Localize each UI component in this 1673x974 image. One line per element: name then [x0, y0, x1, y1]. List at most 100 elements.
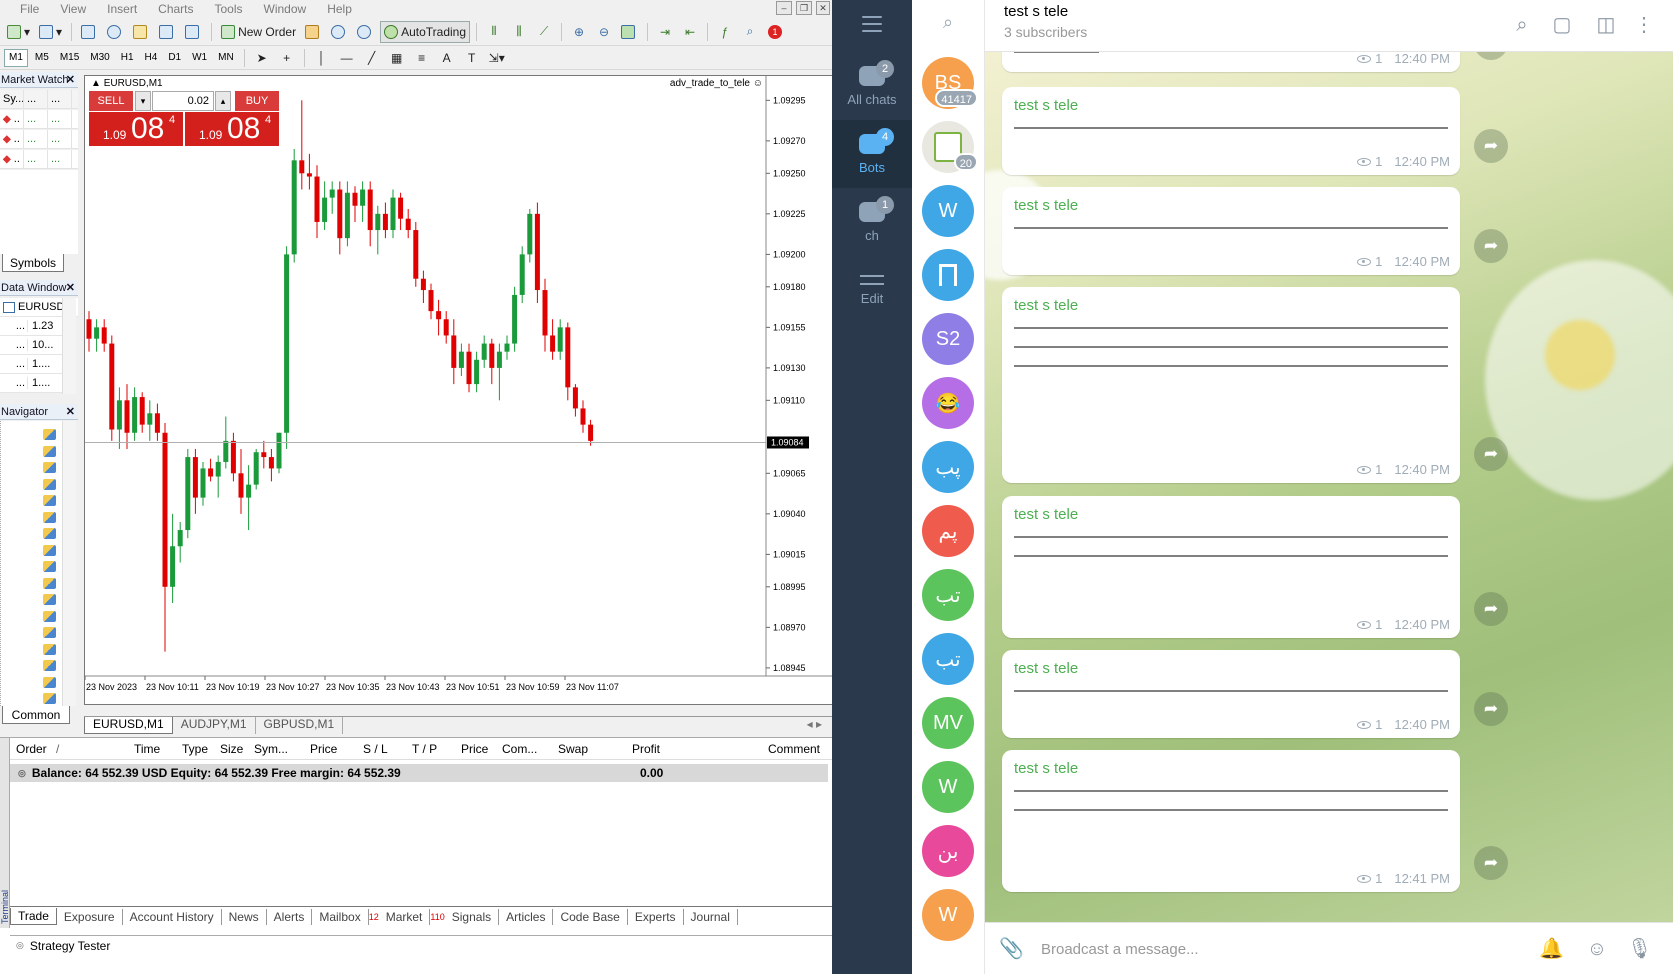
- channel-message[interactable]: test s tele —————————————————————————————…: [1002, 650, 1460, 738]
- lot-input[interactable]: [152, 91, 214, 111]
- sell-button[interactable]: SELL: [89, 91, 133, 111]
- mw-col-bid[interactable]: ...: [24, 89, 48, 109]
- forward-icon[interactable]: ➦: [1474, 437, 1508, 471]
- attach-icon[interactable]: 📎: [999, 937, 1024, 961]
- expert-advisor-icon[interactable]: [43, 610, 56, 622]
- minimize-icon[interactable]: –: [776, 1, 792, 15]
- folder-edit[interactable]: Edit: [832, 256, 912, 324]
- emoji-icon[interactable]: ☺: [1585, 937, 1609, 961]
- horizontal-line-icon[interactable]: —: [336, 47, 358, 69]
- expert-advisor-icon[interactable]: [43, 429, 56, 440]
- market-watch-row[interactable]: ◆ ........: [0, 109, 78, 129]
- signals-icon[interactable]: [328, 21, 351, 43]
- channel-message[interactable]: test s tele —————————————————————————————…: [1002, 496, 1460, 638]
- timeframe-m15[interactable]: M15: [56, 49, 83, 67]
- timeframe-w1[interactable]: W1: [188, 49, 211, 67]
- tab-common[interactable]: Common: [2, 706, 70, 724]
- chat-avatar[interactable]: W: [922, 761, 974, 813]
- chart-shift-icon[interactable]: ⇤: [679, 21, 701, 43]
- expert-advisor-icon[interactable]: [43, 445, 56, 457]
- chart-tabs-scroll-icon[interactable]: ◂ ▸: [807, 717, 822, 731]
- timeframe-m1[interactable]: M1: [4, 48, 28, 67]
- line-chart-icon[interactable]: ⟋: [533, 21, 555, 43]
- restore-icon[interactable]: ❐: [796, 1, 812, 15]
- expert-advisor-icon[interactable]: [43, 561, 56, 572]
- terminal-tab-trade[interactable]: Trade: [10, 908, 57, 925]
- market-watch-row[interactable]: ◆ ........: [0, 149, 78, 169]
- expert-advisor-icon[interactable]: [43, 643, 56, 655]
- sidebar-toggle-icon[interactable]: ◫: [1595, 14, 1617, 36]
- channel-message[interactable]: test s tele —————————————————————————————…: [1002, 187, 1460, 275]
- forward-icon[interactable]: ➦: [1474, 592, 1508, 626]
- sell-price-box[interactable]: 1.09 08 4: [89, 112, 183, 146]
- chart-tab-eurusd[interactable]: EURUSD,M1: [84, 717, 173, 734]
- terminal-tab-articles[interactable]: Articles: [499, 908, 554, 925]
- expert-advisor-icon[interactable]: [43, 511, 56, 523]
- tester-icon[interactable]: [182, 21, 205, 43]
- text-label-icon[interactable]: T: [461, 47, 483, 69]
- terminal-tab-experts[interactable]: Experts: [628, 908, 684, 925]
- forward-icon[interactable]: ➦: [1474, 129, 1508, 163]
- chat-avatar[interactable]: S2: [922, 313, 974, 365]
- bell-icon[interactable]: 🔔: [1539, 937, 1564, 961]
- forward-icon[interactable]: ➦: [1474, 229, 1508, 263]
- search-icon[interactable]: ⌕: [938, 12, 958, 32]
- expert-advisor-icon[interactable]: [43, 693, 56, 704]
- channel-message[interactable]: test s tele —————————————————————————————…: [1002, 87, 1460, 175]
- terminal-tab-exposure[interactable]: Exposure: [57, 908, 123, 925]
- meta-editor-icon[interactable]: [302, 21, 325, 43]
- chat-avatar[interactable]: W: [922, 889, 974, 941]
- arrows-icon[interactable]: ⇲▾: [486, 47, 508, 69]
- navigator-scrollbar[interactable]: [62, 421, 76, 706]
- timeframe-d1[interactable]: D1: [164, 49, 185, 67]
- expert-advisor-icon[interactable]: [43, 594, 56, 605]
- notifications-icon[interactable]: 1: [764, 21, 786, 43]
- crosshair-icon[interactable]: +: [276, 47, 298, 69]
- autotrading-button[interactable]: AutoTrading: [380, 20, 471, 43]
- col-swap[interactable]: Swap: [558, 742, 588, 756]
- zoom-out-icon[interactable]: ⊖: [593, 21, 615, 43]
- mw-col-symbol[interactable]: Sy...: [0, 89, 24, 109]
- text-icon[interactable]: A: [436, 47, 458, 69]
- col-symbol[interactable]: Sym...: [254, 742, 288, 756]
- message-author[interactable]: test s tele: [1014, 506, 1448, 523]
- menu-view[interactable]: View: [50, 2, 97, 16]
- new-chart-icon[interactable]: ▾: [4, 21, 33, 43]
- mw-col-ask[interactable]: ...: [48, 89, 72, 109]
- terminal-tab-account-history[interactable]: Account History: [123, 908, 222, 925]
- lot-up-icon[interactable]: ▴: [215, 91, 231, 111]
- col-tp[interactable]: T / P: [412, 742, 437, 756]
- expert-advisor-icon[interactable]: [43, 577, 56, 589]
- expert-advisor-icon[interactable]: [43, 495, 56, 506]
- hamburger-menu-icon[interactable]: [862, 16, 882, 37]
- candles-icon[interactable]: ⫼: [508, 21, 530, 43]
- chat-avatar[interactable]: [922, 249, 974, 301]
- market-watch-close-icon[interactable]: ✕: [66, 73, 75, 86]
- chat-avatar[interactable]: بن: [922, 825, 974, 877]
- folder-bots[interactable]: Bots 4: [832, 120, 912, 188]
- autoscroll-icon[interactable]: ⇥: [654, 21, 676, 43]
- message-author[interactable]: test s tele: [1014, 197, 1448, 214]
- buy-price-box[interactable]: 1.09 08 4: [185, 112, 279, 146]
- candlestick-chart[interactable]: 1.092951.092701.092501.092251.092001.091…: [85, 76, 832, 706]
- timeframe-h1[interactable]: H1: [117, 49, 138, 67]
- chat-avatar[interactable]: پب: [922, 441, 974, 493]
- microphone-icon[interactable]: 🎙: [1627, 937, 1652, 961]
- timeframe-h4[interactable]: H4: [141, 49, 162, 67]
- message-author[interactable]: test s tele: [1014, 297, 1448, 314]
- terminal-tab-market[interactable]: Market: [379, 908, 431, 925]
- channel-message[interactable]: test s tele —————————————————————————————…: [1002, 287, 1460, 483]
- crosshair-toolbar-icon[interactable]: [104, 21, 127, 43]
- channel-icon[interactable]: ▦: [386, 47, 408, 69]
- new-order-button[interactable]: New Order: [218, 21, 299, 43]
- menu-charts[interactable]: Charts: [148, 2, 204, 16]
- bar-chart-icon[interactable]: ⫴: [483, 21, 505, 43]
- col-time[interactable]: Time: [134, 742, 160, 756]
- chart-tab-audjpy[interactable]: AUDJPY,M1: [173, 717, 256, 734]
- terminal-tab-code-base[interactable]: Code Base: [553, 908, 628, 925]
- vertical-line-icon[interactable]: │: [311, 47, 333, 69]
- forward-icon[interactable]: ➦: [1474, 846, 1508, 880]
- col-type[interactable]: Type: [182, 742, 208, 756]
- chat-avatar[interactable]: تب: [922, 569, 974, 621]
- expert-advisor-icon[interactable]: [43, 544, 56, 556]
